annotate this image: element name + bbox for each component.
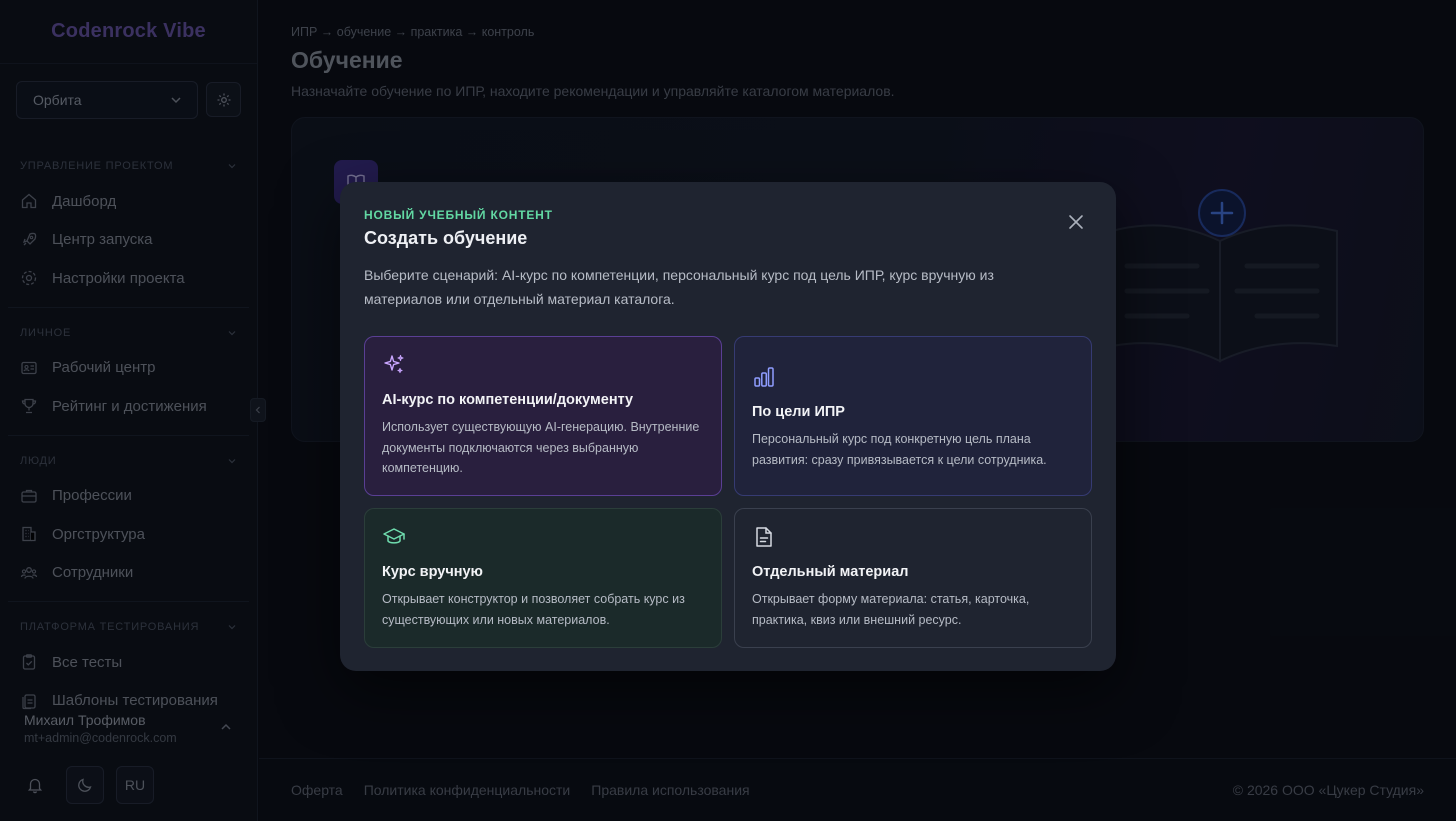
card-description: Персональный курс под конкретную цель пл… — [752, 432, 1047, 467]
card-title: По цели ИПР — [752, 404, 845, 420]
scenario-card-ipr-goal[interactable]: По цели ИПР Персональный курс под конкре… — [734, 336, 1092, 496]
scenario-card-single-material[interactable]: Отдельный материал Открывает форму матер… — [734, 508, 1092, 648]
card-title: Отдельный материал — [752, 564, 909, 580]
scenario-card-ai-course[interactable]: AI-курс по компетенции/документу Использ… — [364, 336, 722, 496]
card-description: Открывает конструктор и позволяет собрат… — [382, 592, 685, 627]
card-title: AI-курс по компетенции/документу — [382, 392, 634, 408]
modal-eyebrow: НОВЫЙ УЧЕБНЫЙ КОНТЕНТ — [364, 208, 553, 222]
modal-title: Создать обучение — [364, 228, 528, 248]
card-description: Открывает форму материала: статья, карто… — [752, 592, 1030, 627]
card-title: Курс вручную — [382, 564, 483, 580]
scenario-card-manual-course[interactable]: Курс вручную Открывает конструктор и поз… — [364, 508, 722, 648]
close-icon[interactable] — [1066, 212, 1086, 232]
bar-chart-icon — [754, 367, 774, 387]
sparkles-icon — [384, 354, 404, 374]
document-icon — [756, 527, 772, 547]
create-learning-modal: НОВЫЙ УЧЕБНЫЙ КОНТЕНТ Создать обучение В… — [340, 182, 1116, 671]
graduation-cap-icon — [383, 528, 405, 544]
modal-description: Выберите сценарий: AI-курс по компетенци… — [364, 267, 994, 307]
card-description: Использует существующую AI-генерацию. Вн… — [382, 420, 700, 475]
scenario-cards: AI-курс по компетенции/документу Использ… — [364, 336, 1092, 648]
